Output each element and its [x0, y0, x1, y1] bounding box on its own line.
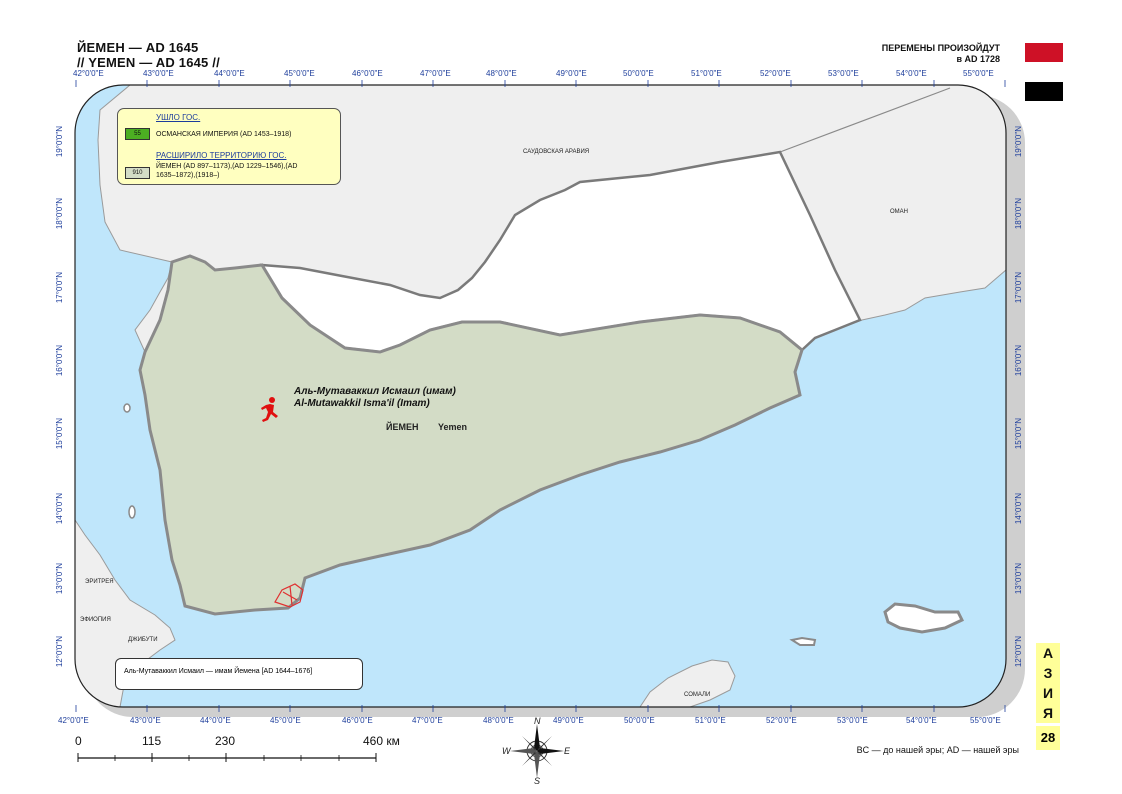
ruler-name-ru: Аль-Мутаваккил Исмаил (имам) — [294, 386, 456, 397]
lat-label: 18°0'0"N — [1014, 198, 1023, 230]
lat-label: 14°0'0"N — [55, 493, 64, 525]
scale-tick-3: 460 км — [363, 734, 400, 748]
lon-label: 54°0'0"E — [896, 69, 927, 78]
legend-gained-text: ЙЕМЕН (AD 897–1173),(AD 1229–1546),(AD 1… — [156, 163, 298, 179]
lat-label: 15°0'0"N — [1014, 418, 1023, 450]
region-letter: А — [1042, 645, 1054, 661]
lat-label: 13°0'0"N — [1014, 563, 1023, 595]
lat-label: 12°0'0"N — [55, 636, 64, 668]
region-tab: А З И Я — [1036, 643, 1060, 723]
lat-label: 19°0'0"N — [1014, 126, 1023, 158]
label-yemen-en: Yemen — [438, 422, 468, 432]
lat-label: 14°0'0"N — [1014, 493, 1023, 525]
ruler-figure-icon — [261, 397, 278, 422]
lon-label: 51°0'0"E — [695, 716, 726, 725]
label-djibouti: ДЖИБУТИ — [128, 637, 158, 643]
lat-label: 16°0'0"N — [55, 345, 64, 377]
label-eritrea: ЭРИТРЕЯ — [85, 579, 114, 585]
legend-lost-text: ОСМАНСКАЯ ИМПЕРИЯ (AD 1453–1918) — [156, 131, 292, 138]
lat-label: 17°0'0"N — [55, 272, 64, 304]
scale-tick-1: 115 — [142, 734, 162, 748]
lon-label: 51°0'0"E — [691, 69, 722, 78]
lon-label: 44°0'0"E — [200, 716, 231, 725]
lon-label: 53°0'0"E — [828, 69, 859, 78]
label-saudi-arabia: САУДОВСКАЯ АРАВИЯ — [523, 149, 590, 155]
lon-label: 46°0'0"E — [352, 69, 383, 78]
lon-label: 54°0'0"E — [906, 716, 937, 725]
region-letter: Я — [1042, 705, 1054, 721]
region-letter: И — [1042, 685, 1054, 701]
scale-bar — [77, 753, 377, 762]
lon-label: 49°0'0"E — [556, 69, 587, 78]
scale-tick-0: 0 — [75, 734, 82, 748]
lon-label: 43°0'0"E — [130, 716, 161, 725]
compass-w: W — [502, 746, 511, 756]
lon-label: 52°0'0"E — [760, 69, 791, 78]
legend-lost-swatch: 55 — [125, 128, 150, 140]
lat-label: 18°0'0"N — [55, 198, 64, 230]
lon-label: 42°0'0"E — [58, 716, 89, 725]
lon-label: 44°0'0"E — [214, 69, 245, 78]
lat-label: 12°0'0"N — [1014, 636, 1023, 668]
red-sea-island-2 — [123, 403, 131, 413]
red-sea-island — [128, 505, 136, 519]
lon-label: 45°0'0"E — [270, 716, 301, 725]
lon-label: 50°0'0"E — [623, 69, 654, 78]
label-ethiopia: ЭФИОПИЯ — [80, 617, 111, 623]
legend-lost-header: УШЛО ГОС. — [156, 113, 201, 122]
era-note: BC — до нашей эры; AD — нашей эры — [856, 745, 1019, 755]
label-oman: ОМАН — [890, 209, 908, 215]
ruler-note-box: Аль-Мутаваккил Исмаил — имам Йемена [AD … — [115, 658, 363, 690]
legend-gained-swatch: 910 — [125, 167, 150, 179]
lon-label: 55°0'0"E — [963, 69, 994, 78]
lon-label: 43°0'0"E — [143, 69, 174, 78]
compass-s: S — [534, 776, 541, 786]
lat-label: 17°0'0"N — [1014, 272, 1023, 304]
compass-n: N — [534, 716, 541, 726]
scale-tick-2: 230 — [215, 734, 236, 748]
lat-label: 15°0'0"N — [55, 418, 64, 450]
lon-label: 48°0'0"E — [486, 69, 517, 78]
lon-label: 55°0'0"E — [970, 716, 1001, 725]
ruler-name-en: Al-Mutawakkil Isma'il (Imam) — [294, 398, 430, 409]
lat-label: 19°0'0"N — [55, 126, 64, 158]
lon-label: 47°0'0"E — [420, 69, 451, 78]
page-number: 28 — [1036, 726, 1060, 750]
lon-label: 50°0'0"E — [624, 716, 655, 725]
lon-label: 52°0'0"E — [766, 716, 797, 725]
compass-e: E — [564, 746, 571, 756]
lon-label: 45°0'0"E — [284, 69, 315, 78]
legend-gained-header: РАСШИРИЛО ТЕРРИТОРИЮ ГОС. — [156, 151, 287, 160]
region-letter: З — [1043, 665, 1053, 681]
lon-label: 46°0'0"E — [342, 716, 373, 725]
ruler-note-text: Аль-Мутаваккил Исмаил — имам Йемена [AD … — [124, 668, 313, 675]
label-somalia: СОМАЛИ — [684, 692, 711, 698]
lon-label: 42°0'0"E — [73, 69, 104, 78]
legend-box: УШЛО ГОС. 55 ОСМАНСКАЯ ИМПЕРИЯ (AD 1453–… — [117, 108, 341, 185]
label-yemen-ru: ЙЕМЕН — [386, 422, 419, 432]
lat-label: 13°0'0"N — [55, 563, 64, 595]
lon-label: 53°0'0"E — [837, 716, 868, 725]
lon-label: 47°0'0"E — [412, 716, 443, 725]
lat-label: 16°0'0"N — [1014, 345, 1023, 377]
